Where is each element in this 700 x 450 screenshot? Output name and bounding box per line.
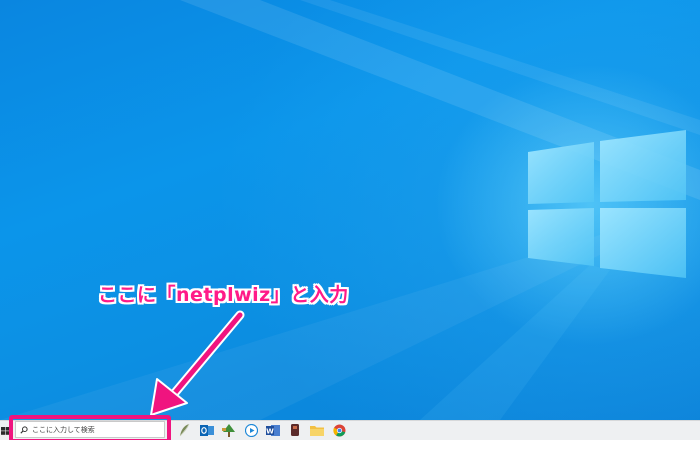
logo-pane-bottom-left [528,208,594,266]
desktop-wallpaper: ここに「netplwiz」と入力 [0,0,700,420]
tree-app-icon[interactable] [220,422,238,438]
chrome-icon[interactable] [330,422,348,438]
windows-logo [528,130,686,278]
outlook-icon[interactable] [198,422,216,438]
taskbar-pinned-apps: W [176,422,348,438]
pointer-arrow-icon [150,310,245,416]
logo-pane-top-right [600,130,686,202]
dark-app-icon[interactable] [286,422,304,438]
bottom-margin [0,440,700,450]
search-highlight-box [9,415,171,443]
feather-app-icon[interactable] [176,422,194,438]
media-player-icon[interactable] [242,422,260,438]
word-icon[interactable]: W [264,422,282,438]
logo-pane-top-left [528,142,594,204]
logo-pane-bottom-right [600,208,686,278]
instruction-annotation: ここに「netplwiz」と入力 [98,284,349,306]
file-explorer-icon[interactable] [308,422,326,438]
svg-text:W: W [266,427,274,435]
